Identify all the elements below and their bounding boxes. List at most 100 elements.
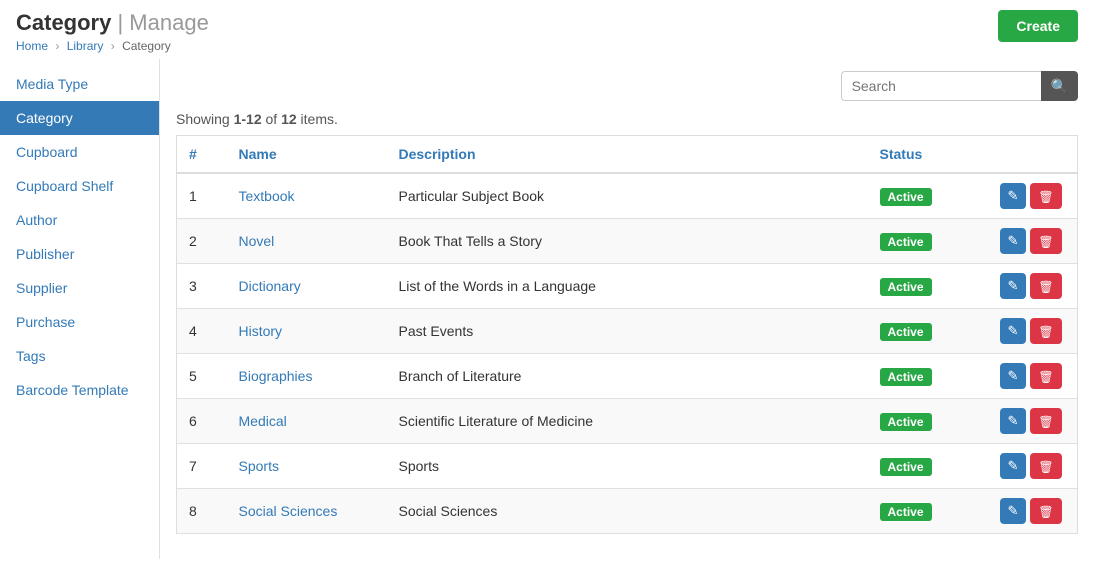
delete-button[interactable]: 🗑 [1030, 453, 1061, 479]
cell-name: History [227, 309, 387, 354]
delete-button[interactable]: 🗑 [1030, 318, 1061, 344]
col-header-status: Status [868, 136, 988, 174]
sidebar-item-media-type[interactable]: Media Type [0, 67, 159, 101]
cell-name: Textbook [227, 173, 387, 219]
breadcrumb-library[interactable]: Library [67, 39, 104, 53]
sidebar-item-cupboard-shelf[interactable]: Cupboard Shelf [0, 169, 159, 203]
cell-num: 7 [177, 444, 227, 489]
trash-icon: 🗑 [1038, 415, 1053, 429]
cell-description: List of the Words in a Language [387, 264, 868, 309]
breadcrumb-current: Category [122, 39, 171, 53]
edit-icon: ✎ [1008, 233, 1019, 248]
search-input[interactable] [841, 71, 1041, 101]
cell-num: 4 [177, 309, 227, 354]
breadcrumb-sep-1: › [55, 39, 59, 53]
cell-actions: ✎🗑 [988, 489, 1078, 534]
cell-status: Active [868, 399, 988, 444]
edit-button[interactable]: ✎ [1000, 228, 1027, 254]
delete-button[interactable]: 🗑 [1030, 408, 1061, 434]
row-name-link[interactable]: Social Sciences [239, 503, 338, 519]
edit-icon: ✎ [1008, 413, 1019, 428]
status-badge: Active [880, 278, 932, 296]
status-badge: Active [880, 413, 932, 431]
edit-button[interactable]: ✎ [1000, 363, 1027, 389]
row-name-link[interactable]: Novel [239, 233, 275, 249]
cell-actions: ✎🗑 [988, 354, 1078, 399]
col-header-description: Description [387, 136, 868, 174]
row-name-link[interactable]: Biographies [239, 368, 313, 384]
delete-button[interactable]: 🗑 [1030, 498, 1061, 524]
table-row: 6 Medical Scientific Literature of Medicin… [177, 399, 1078, 444]
edit-button[interactable]: ✎ [1000, 498, 1027, 524]
cell-actions: ✎🗑 [988, 444, 1078, 489]
cell-status: Active [868, 264, 988, 309]
table-row: 8Social SciencesSocial SciencesActive✎🗑 [177, 489, 1078, 534]
cell-actions: ✎🗑 [988, 219, 1078, 264]
page-header: Category | Manage Home › Library › Categ… [16, 10, 209, 53]
trash-icon: 🗑 [1038, 325, 1053, 339]
cell-status: Active [868, 489, 988, 534]
col-header-actions [988, 136, 1078, 174]
edit-button[interactable]: ✎ [1000, 318, 1027, 344]
cell-num: 1 [177, 173, 227, 219]
edit-icon: ✎ [1008, 368, 1019, 383]
sidebar-item-supplier[interactable]: Supplier [0, 271, 159, 305]
col-header-name: Name [227, 136, 387, 174]
cell-name: Biographies [227, 354, 387, 399]
trash-icon: 🗑 [1038, 190, 1053, 204]
cell-name: Dictionary [227, 264, 387, 309]
sidebar-item-author[interactable]: Author [0, 203, 159, 237]
cell-name: Social Sciences [227, 489, 387, 534]
sidebar-item-tags[interactable]: Tags [0, 339, 159, 373]
cell-num: 2 [177, 219, 227, 264]
edit-button[interactable]: ✎ [1000, 273, 1027, 299]
table-row: 4 History Past EventsActive ✎ 🗑 [177, 309, 1078, 354]
sidebar-item-publisher[interactable]: Publisher [0, 237, 159, 271]
cell-description: Branch of Literature [387, 354, 868, 399]
cell-description: Past Events [387, 309, 868, 354]
cell-description: Scientific Literature of Medicine [387, 399, 868, 444]
cell-num: 6 [177, 399, 227, 444]
delete-button[interactable]: 🗑 [1030, 183, 1061, 209]
search-button[interactable]: 🔍 [1041, 71, 1078, 101]
edit-icon: ✎ [1008, 323, 1019, 338]
sidebar-item-purchase[interactable]: Purchase [0, 305, 159, 339]
sidebar-item-barcode-template[interactable]: Barcode Template [0, 373, 159, 407]
delete-button[interactable]: 🗑 [1030, 363, 1061, 389]
delete-button[interactable]: 🗑 [1030, 273, 1061, 299]
cell-description: Book That Tells a Story [387, 219, 868, 264]
cell-description: Sports [387, 444, 868, 489]
edit-icon: ✎ [1008, 503, 1019, 518]
breadcrumb-home[interactable]: Home [16, 39, 48, 53]
trash-icon: 🗑 [1038, 505, 1053, 519]
row-name-link[interactable]: History [239, 323, 283, 339]
table-row: 1TextbookParticular Subject BookActive✎🗑 [177, 173, 1078, 219]
table-row: 3 Dictionary List of the Words in a Langua… [177, 264, 1078, 309]
create-button[interactable]: Create [998, 10, 1078, 42]
cell-num: 3 [177, 264, 227, 309]
row-name-link[interactable]: Dictionary [239, 278, 301, 294]
edit-button[interactable]: ✎ [1000, 183, 1027, 209]
table-row: 2NovelBook That Tells a StoryActive✎🗑 [177, 219, 1078, 264]
cell-status: Active [868, 173, 988, 219]
cell-actions: ✎🗑 [988, 399, 1078, 444]
cell-num: 5 [177, 354, 227, 399]
cell-status: Active [868, 309, 988, 354]
row-name-link[interactable]: Textbook [239, 188, 295, 204]
status-badge: Active [880, 503, 932, 521]
sidebar-item-cupboard[interactable]: Cupboard [0, 135, 159, 169]
search-icon: 🔍 [1051, 78, 1068, 94]
row-name-link[interactable]: Sports [239, 458, 279, 474]
edit-button[interactable]: ✎ [1000, 408, 1027, 434]
delete-button[interactable]: 🗑 [1030, 228, 1061, 254]
row-name-link[interactable]: Medical [239, 413, 287, 429]
edit-button[interactable]: ✎ [1000, 453, 1027, 479]
cell-description: Social Sciences [387, 489, 868, 534]
trash-icon: 🗑 [1038, 280, 1053, 294]
cell-actions: ✎🗑 [988, 173, 1078, 219]
status-badge: Active [880, 368, 932, 386]
breadcrumb: Home › Library › Category [16, 39, 209, 53]
page-wrapper: Category | Manage Home › Library › Categ… [0, 0, 1094, 559]
sidebar-item-category[interactable]: Category [0, 101, 159, 135]
breadcrumb-sep-2: › [111, 39, 115, 53]
